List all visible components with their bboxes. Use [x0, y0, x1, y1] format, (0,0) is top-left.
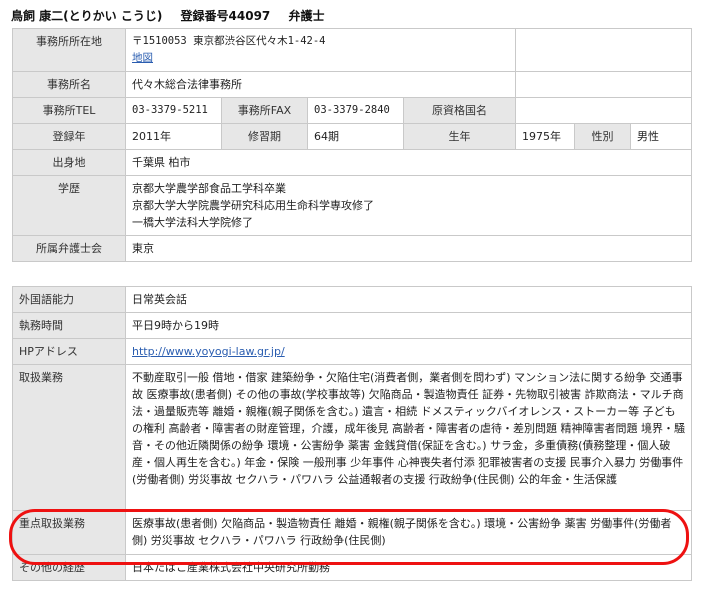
office-name-value: 代々木総合法律事務所: [124, 71, 517, 98]
map-link[interactable]: 地図: [132, 52, 153, 64]
career-value: 日本たばこ産業株式会社中央研究所勤務: [125, 554, 692, 581]
registration-number: 登録番号44097: [180, 9, 271, 23]
birth-year-label: 生年: [402, 123, 517, 150]
reg-year-label: 登録年: [12, 123, 126, 150]
office-name-label: 事務所名: [12, 71, 126, 98]
hours-value: 平日9時から19時: [125, 312, 692, 339]
lawyer-title: 弁護士: [288, 9, 325, 23]
empty-cell: [515, 28, 693, 72]
education-item: 京都大学農学部食品工学科卒業: [132, 182, 286, 195]
practice-value: 不動産取引一般 借地・借家 建築紛争・欠陥住宅(消費者側，業者側を問わず) マン…: [125, 364, 692, 511]
hp-value: http://www.yoyogi-law.gr.jp/: [125, 338, 692, 365]
empty-cell: [515, 71, 693, 98]
detail-info-table: 外国語能力 日常英会話 執務時間 平日9時から19時 HPアドレス http:/…: [12, 286, 692, 581]
gender-label: 性別: [574, 123, 632, 150]
original-cert-label: 原資格国名: [402, 97, 517, 124]
hp-label: HPアドレス: [12, 338, 126, 365]
lawyer-name: 鳥飼 康二(とりかい こうじ): [11, 9, 163, 23]
birthplace-value: 千葉県 柏市: [124, 149, 693, 176]
education-label: 学歴: [12, 175, 126, 236]
lawyer-header: 鳥飼 康二(とりかい こうじ) 登録番号44097 弁護士: [11, 6, 338, 26]
original-cert-value: [515, 97, 693, 124]
training-label: 修習期: [221, 123, 308, 150]
focus-value: 医療事故(患者側) 欠陥商品・製造物責任 離婚・親権(親子関係を含む。) 環境・…: [125, 510, 692, 555]
birthplace-label: 出身地: [12, 149, 126, 176]
office-address-label: 事務所所在地: [12, 28, 126, 72]
focus-label: 重点取扱業務: [12, 510, 126, 555]
birth-year-value: 1975年: [515, 123, 576, 150]
gender-value: 男性: [630, 123, 693, 150]
hp-link[interactable]: http://www.yoyogi-law.gr.jp/: [132, 345, 285, 358]
bar-label: 所属弁護士会: [12, 235, 126, 262]
office-address-text: 〒1510053 東京都渋谷区代々木1-42-4: [132, 35, 326, 47]
education-item: 京都大学大学院農学研究科応用生命科学専攻修了: [132, 199, 374, 212]
career-label: その他の経歴: [12, 554, 126, 581]
office-address-value: 〒1510053 東京都渋谷区代々木1-42-4 地図: [124, 28, 517, 72]
training-value: 64期: [307, 123, 404, 150]
education-value: 京都大学農学部食品工学科卒業 京都大学大学院農学研究科応用生命科学専攻修了 一橋…: [124, 175, 693, 236]
languages-label: 外国語能力: [12, 286, 126, 313]
hours-label: 執務時間: [12, 312, 126, 339]
basic-info-table: 事務所所在地 〒1510053 東京都渋谷区代々木1-42-4 地図 事務所名 …: [12, 28, 693, 262]
tel-value: 03-3379-5211: [125, 97, 222, 124]
practice-label: 取扱業務: [12, 364, 126, 511]
tel-label: 事務所TEL: [12, 97, 126, 124]
education-item: 一橋大学法科大学院修了: [132, 216, 253, 229]
bar-value: 東京: [124, 235, 693, 262]
fax-value: 03-3379-2840: [307, 97, 404, 124]
languages-value: 日常英会話: [125, 286, 692, 313]
fax-label: 事務所FAX: [221, 97, 308, 124]
reg-year-value: 2011年: [125, 123, 222, 150]
